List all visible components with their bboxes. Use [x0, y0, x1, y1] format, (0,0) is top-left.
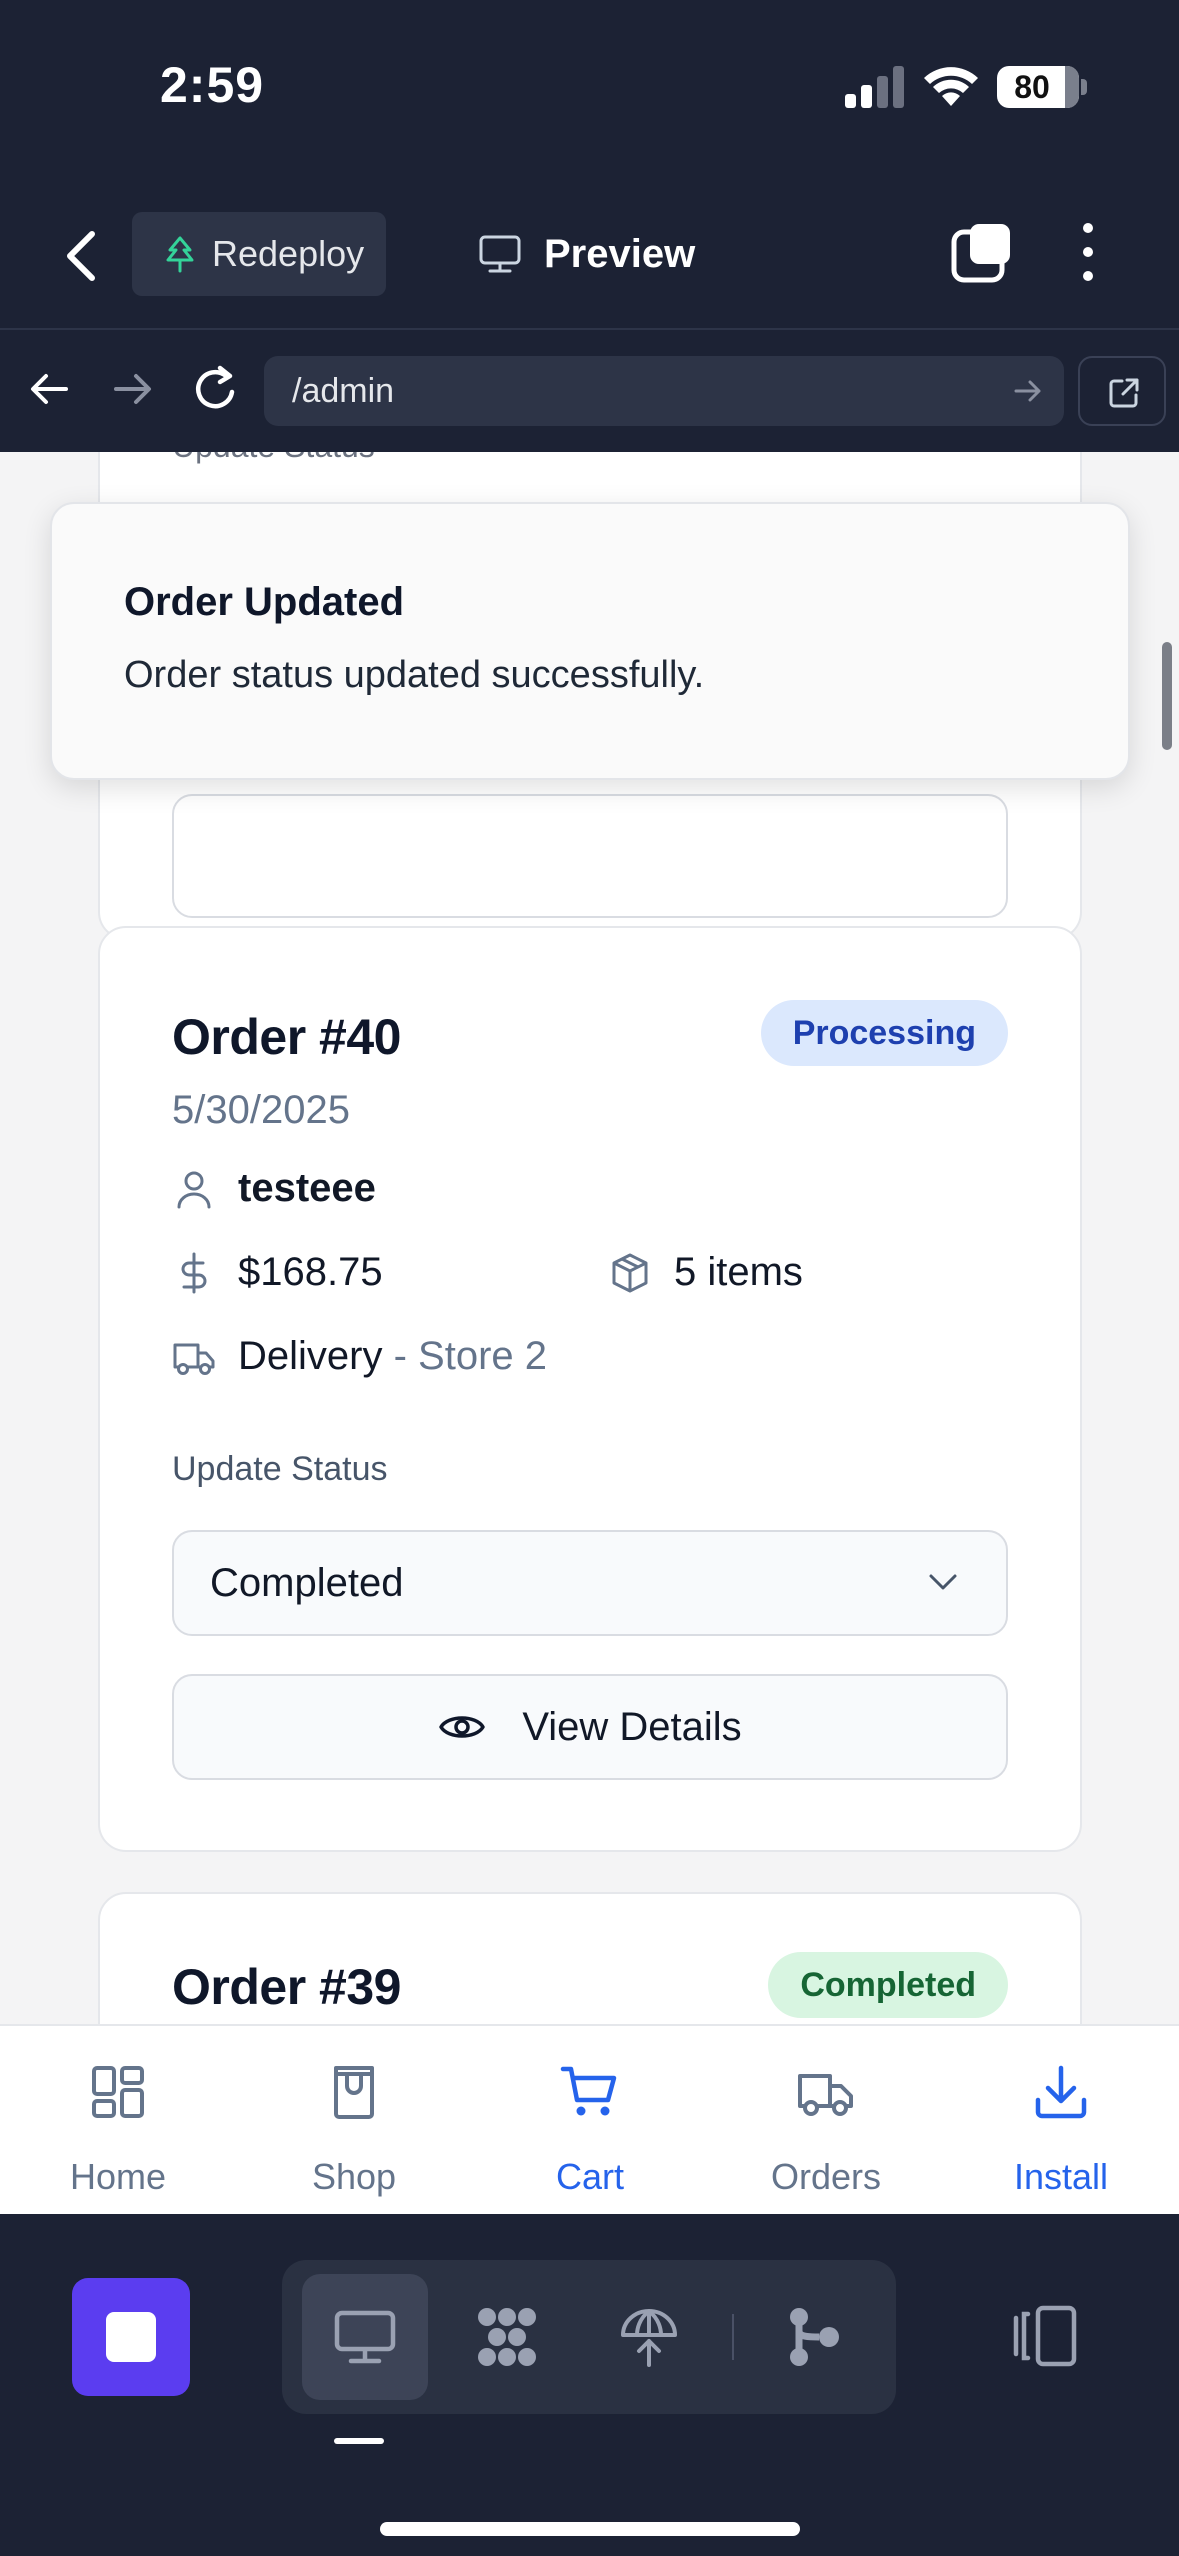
active-tool-indicator	[334, 2438, 384, 2444]
status-time: 2:59	[160, 57, 265, 113]
more-vertical-icon[interactable]	[1070, 220, 1106, 284]
go-arrow-icon[interactable]	[1012, 376, 1044, 406]
package-icon	[612, 1253, 648, 1292]
ios-status-bar: 2:59 80	[0, 0, 1179, 190]
toast-message: Order status updated successfully.	[124, 654, 705, 696]
panel-toggle-icon[interactable]	[1010, 2304, 1080, 2368]
stop-button[interactable]	[72, 2278, 190, 2396]
items-row: 5 items	[608, 1250, 803, 1295]
nav-item-cart[interactable]: Cart	[472, 2026, 708, 2216]
nav-label-orders: Orders	[770, 2156, 882, 2197]
external-link-icon	[1109, 378, 1139, 408]
deploy-tree-icon	[166, 236, 194, 273]
order-total: $168.75	[238, 1250, 383, 1294]
customer-name: testeee	[238, 1166, 376, 1210]
view-details-button[interactable]	[172, 794, 1008, 918]
nav-item-orders[interactable]: Orders	[708, 2026, 944, 2216]
reload-icon[interactable]	[190, 362, 242, 416]
preview-label: Preview	[544, 231, 696, 276]
chevron-down-icon	[929, 1574, 957, 1590]
wifi-icon	[924, 67, 978, 106]
fulfillment-separator: -	[382, 1334, 419, 1378]
update-status-label: Update Status	[172, 1450, 388, 1488]
update-status-label: Update Status	[172, 452, 375, 465]
scrollbar-thumb[interactable]	[1162, 642, 1172, 750]
order-card: Order #40 Processing 5/30/2025 testeee $…	[98, 926, 1082, 1852]
status-select[interactable]: Completed	[172, 1530, 1008, 1636]
store-name: Store 2	[418, 1334, 547, 1378]
preview-tool[interactable]	[302, 2274, 428, 2400]
nav-label-install: Install	[1013, 2156, 1109, 2197]
back-chevron-icon[interactable]	[60, 228, 104, 284]
view-details-label: View Details	[522, 1704, 742, 1749]
status-badge: Processing	[760, 1000, 1008, 1066]
cart-icon	[560, 2066, 617, 2116]
dollar-icon	[181, 1252, 207, 1293]
nav-label-shop: Shop	[311, 2156, 397, 2197]
grid-icon	[92, 2066, 144, 2118]
user-icon	[177, 1171, 211, 1208]
url-input[interactable]: /admin	[264, 356, 1064, 426]
order-title: Order #39	[172, 1959, 401, 2015]
order-title: Order #40	[172, 1009, 401, 1065]
agent-tool[interactable]	[444, 2274, 570, 2400]
fulfillment-row: Delivery - Store 2	[172, 1334, 547, 1379]
download-icon	[1035, 2065, 1087, 2119]
git-tool[interactable]	[752, 2274, 878, 2400]
open-external-button[interactable]	[1078, 356, 1166, 426]
toast-notification[interactable]: Order Updated Order status updated succe…	[50, 502, 1130, 780]
battery-icon: 80	[997, 66, 1079, 108]
truck-icon	[173, 1343, 215, 1375]
nav-item-home[interactable]: Home	[0, 2026, 236, 2216]
tabs-icon[interactable]	[950, 220, 1014, 284]
deploy-tool[interactable]	[586, 2274, 712, 2400]
redeploy-button[interactable]: Redeploy	[132, 212, 386, 296]
monitor-icon	[334, 2310, 396, 2364]
customer-row: testeee	[172, 1166, 376, 1211]
stop-icon	[106, 2312, 156, 2362]
deploy-globe-icon	[621, 2309, 677, 2367]
tool-divider	[732, 2314, 734, 2360]
eye-icon	[439, 1716, 486, 1738]
nav-label-cart: Cart	[555, 2156, 624, 2197]
status-badge: Completed	[768, 1952, 1008, 2018]
redeploy-label: Redeploy	[212, 233, 365, 274]
nav-item-install[interactable]: Install	[943, 2026, 1179, 2216]
browser-back-arrow-icon[interactable]	[24, 364, 74, 414]
view-details-button[interactable]: View Details	[172, 1674, 1008, 1780]
agent-cluster-icon	[478, 2308, 536, 2366]
home-indicator[interactable]	[380, 2522, 800, 2536]
nav-label-home: Home	[69, 2156, 167, 2197]
monitor-icon	[479, 235, 521, 273]
preview-button[interactable]: Preview	[478, 212, 695, 296]
total-row: $168.75	[172, 1250, 383, 1295]
fulfillment-type: Delivery	[238, 1334, 383, 1378]
cellular-signal-icon	[845, 66, 904, 108]
order-date: 5/30/2025	[172, 1088, 350, 1132]
browser-url-bar: /admin	[0, 332, 1179, 452]
browser-forward-arrow-icon[interactable]	[108, 364, 158, 414]
toast-title: Order Updated	[124, 580, 405, 624]
item-count: 5 items	[674, 1250, 803, 1294]
order-card: Order #39 Completed	[98, 1892, 1082, 2024]
nav-item-shop[interactable]: Shop	[236, 2026, 472, 2216]
tool-switcher	[282, 2260, 896, 2414]
bottom-navigation: Home Shop Cart Orders Install	[0, 2024, 1179, 2214]
git-branch-icon	[790, 2308, 839, 2366]
truck-icon	[798, 2074, 853, 2116]
app-toolbar: Redeploy Preview	[0, 190, 1179, 330]
battery-level: 80	[1014, 69, 1050, 105]
battery-tip	[1081, 79, 1087, 95]
shop-bag-icon	[334, 2066, 374, 2119]
status-select-value: Completed	[210, 1561, 404, 1605]
bottom-tray	[0, 2214, 1179, 2556]
url-text: /admin	[292, 372, 395, 410]
